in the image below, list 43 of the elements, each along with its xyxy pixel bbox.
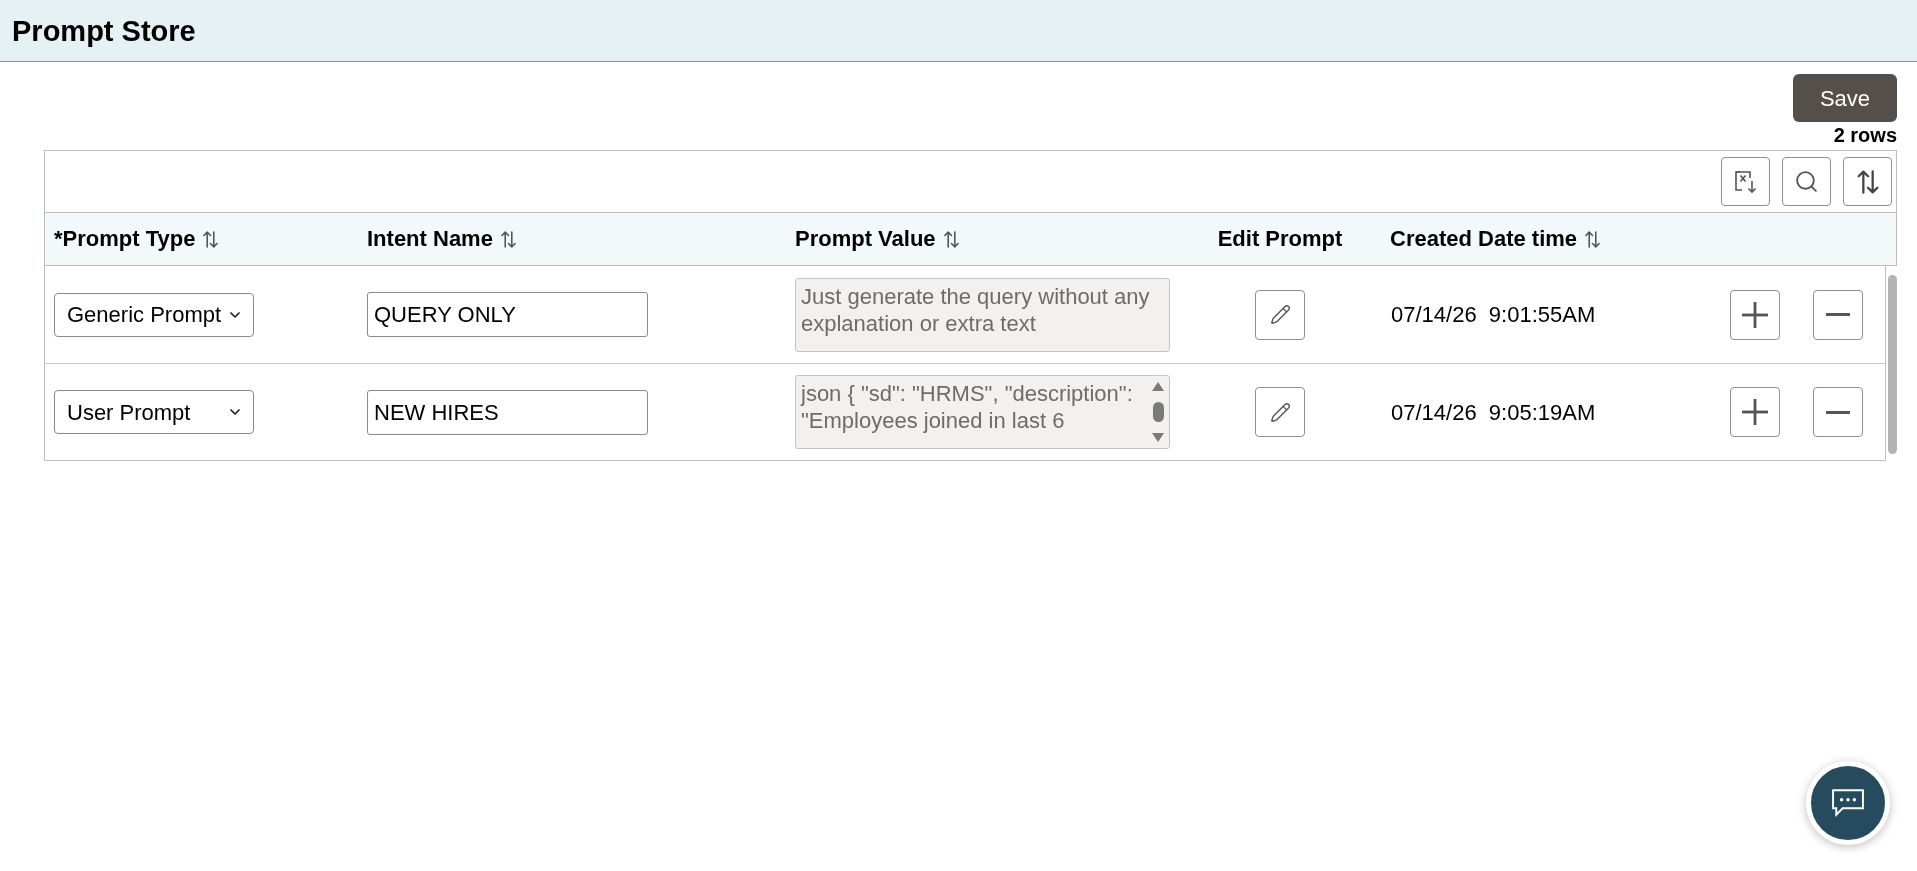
column-header: Created Date time bbox=[1390, 226, 1578, 252]
pencil-icon bbox=[1269, 401, 1291, 423]
scroll-down-arrow-icon[interactable] bbox=[1152, 433, 1164, 442]
download-icon bbox=[1733, 169, 1758, 194]
save-button[interactable]: Save bbox=[1793, 74, 1897, 122]
minus-icon bbox=[1825, 410, 1851, 414]
intent-name-field[interactable]: QUERY ONLY bbox=[367, 292, 648, 337]
sort-icon[interactable] bbox=[943, 230, 959, 248]
edit-button[interactable] bbox=[1255, 387, 1305, 437]
column-header: Intent Name bbox=[367, 226, 493, 252]
prompt-value-field[interactable]: Just generate the query without any explanation or extra text bbox=[795, 277, 1170, 352]
prompt-value-field[interactable]: json { "sd": "HRMS", "description": "Employees joined in last 6 bbox=[795, 375, 1170, 449]
chat-icon bbox=[1832, 789, 1864, 817]
sort-button[interactable] bbox=[1843, 157, 1892, 206]
plus-icon bbox=[1742, 399, 1768, 425]
intent-name-field[interactable]: NEW HIRES bbox=[367, 389, 648, 435]
prompt-type-select[interactable]: User Prompt bbox=[54, 390, 254, 434]
pencil-icon bbox=[1269, 304, 1291, 325]
edit-button[interactable] bbox=[1255, 289, 1305, 340]
column-header: *Prompt Type bbox=[54, 226, 196, 252]
download-button[interactable] bbox=[1721, 157, 1770, 206]
add-row-button[interactable] bbox=[1730, 387, 1780, 437]
delete-row-button[interactable] bbox=[1813, 289, 1863, 340]
add-row-button[interactable] bbox=[1730, 289, 1780, 340]
created-datetime: 07/14/26 9:01:55AM bbox=[1391, 302, 1596, 327]
scrollbar-thumb[interactable] bbox=[1888, 275, 1897, 454]
created-datetime: 07/14/26 9:05:19AM bbox=[1391, 399, 1596, 425]
plus-icon bbox=[1742, 301, 1768, 328]
scrollbar-thumb[interactable] bbox=[1152, 402, 1164, 422]
search-icon bbox=[1794, 169, 1819, 194]
column-header: Edit Prompt bbox=[1217, 226, 1343, 252]
sort-icon[interactable] bbox=[203, 230, 219, 248]
scroll-up-arrow-icon[interactable] bbox=[1152, 382, 1164, 391]
prompt-type-select[interactable]: Generic Prompt bbox=[54, 292, 254, 337]
minus-icon bbox=[1825, 313, 1851, 316]
sort-icon[interactable] bbox=[1585, 230, 1601, 248]
column-header: Prompt Value bbox=[795, 226, 936, 252]
search-button[interactable] bbox=[1782, 157, 1831, 206]
row-count: 2 rows bbox=[1833, 123, 1897, 147]
sort-icon[interactable] bbox=[1856, 169, 1879, 194]
page-title: Prompt Store bbox=[12, 13, 196, 48]
delete-row-button[interactable] bbox=[1813, 387, 1863, 437]
sort-icon[interactable] bbox=[500, 230, 516, 248]
